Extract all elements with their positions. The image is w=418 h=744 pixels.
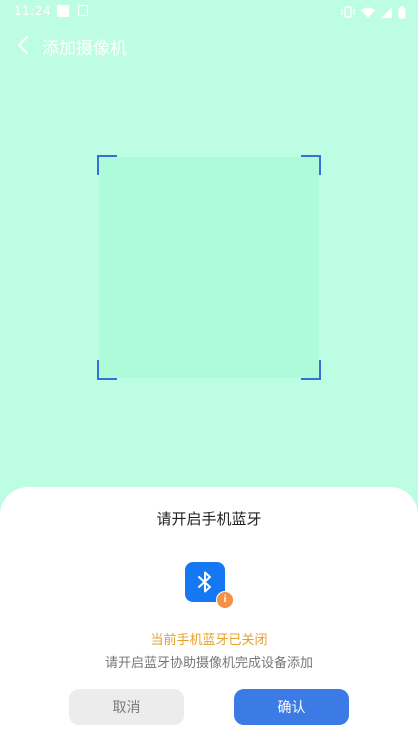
battery-icon bbox=[398, 5, 406, 18]
dialog-title: 请开启手机蓝牙 bbox=[156, 510, 262, 528]
status-bar: 11:24 bbox=[0, 0, 418, 24]
scan-corner-bottom-left bbox=[97, 360, 117, 380]
signal-icon bbox=[381, 6, 392, 18]
status-time: 11:24 bbox=[14, 4, 52, 18]
confirm-button[interactable]: 确认 bbox=[234, 689, 349, 725]
notification-square-icon bbox=[57, 5, 69, 17]
info-icon: i bbox=[216, 591, 234, 609]
vibrate-icon bbox=[341, 6, 355, 18]
scan-corner-top-right bbox=[301, 155, 321, 175]
bluetooth-status-graphic: i bbox=[185, 562, 235, 610]
scan-area bbox=[99, 157, 319, 378]
bluetooth-hint-text: 请开启蓝牙协助摄像机完成设备添加 bbox=[104, 656, 313, 671]
cancel-button[interactable]: 取消 bbox=[69, 689, 184, 725]
header: 添加摄像机 bbox=[0, 30, 418, 60]
chevron-left-icon[interactable] bbox=[14, 34, 34, 56]
scan-corner-bottom-right bbox=[301, 360, 321, 380]
bluetooth-dialog: 请开启手机蓝牙 i 当前手机蓝牙已关闭 请开启蓝牙协助摄像机完成设备添加 取消 … bbox=[0, 487, 418, 744]
page-title: 添加摄像机 bbox=[42, 39, 127, 59]
image-icon bbox=[78, 5, 88, 16]
wifi-icon bbox=[361, 7, 375, 18]
bluetooth-status-text: 当前手机蓝牙已关闭 bbox=[150, 633, 268, 648]
status-icons bbox=[341, 4, 406, 20]
scan-frame bbox=[97, 155, 321, 380]
scan-corner-top-left bbox=[97, 155, 117, 175]
